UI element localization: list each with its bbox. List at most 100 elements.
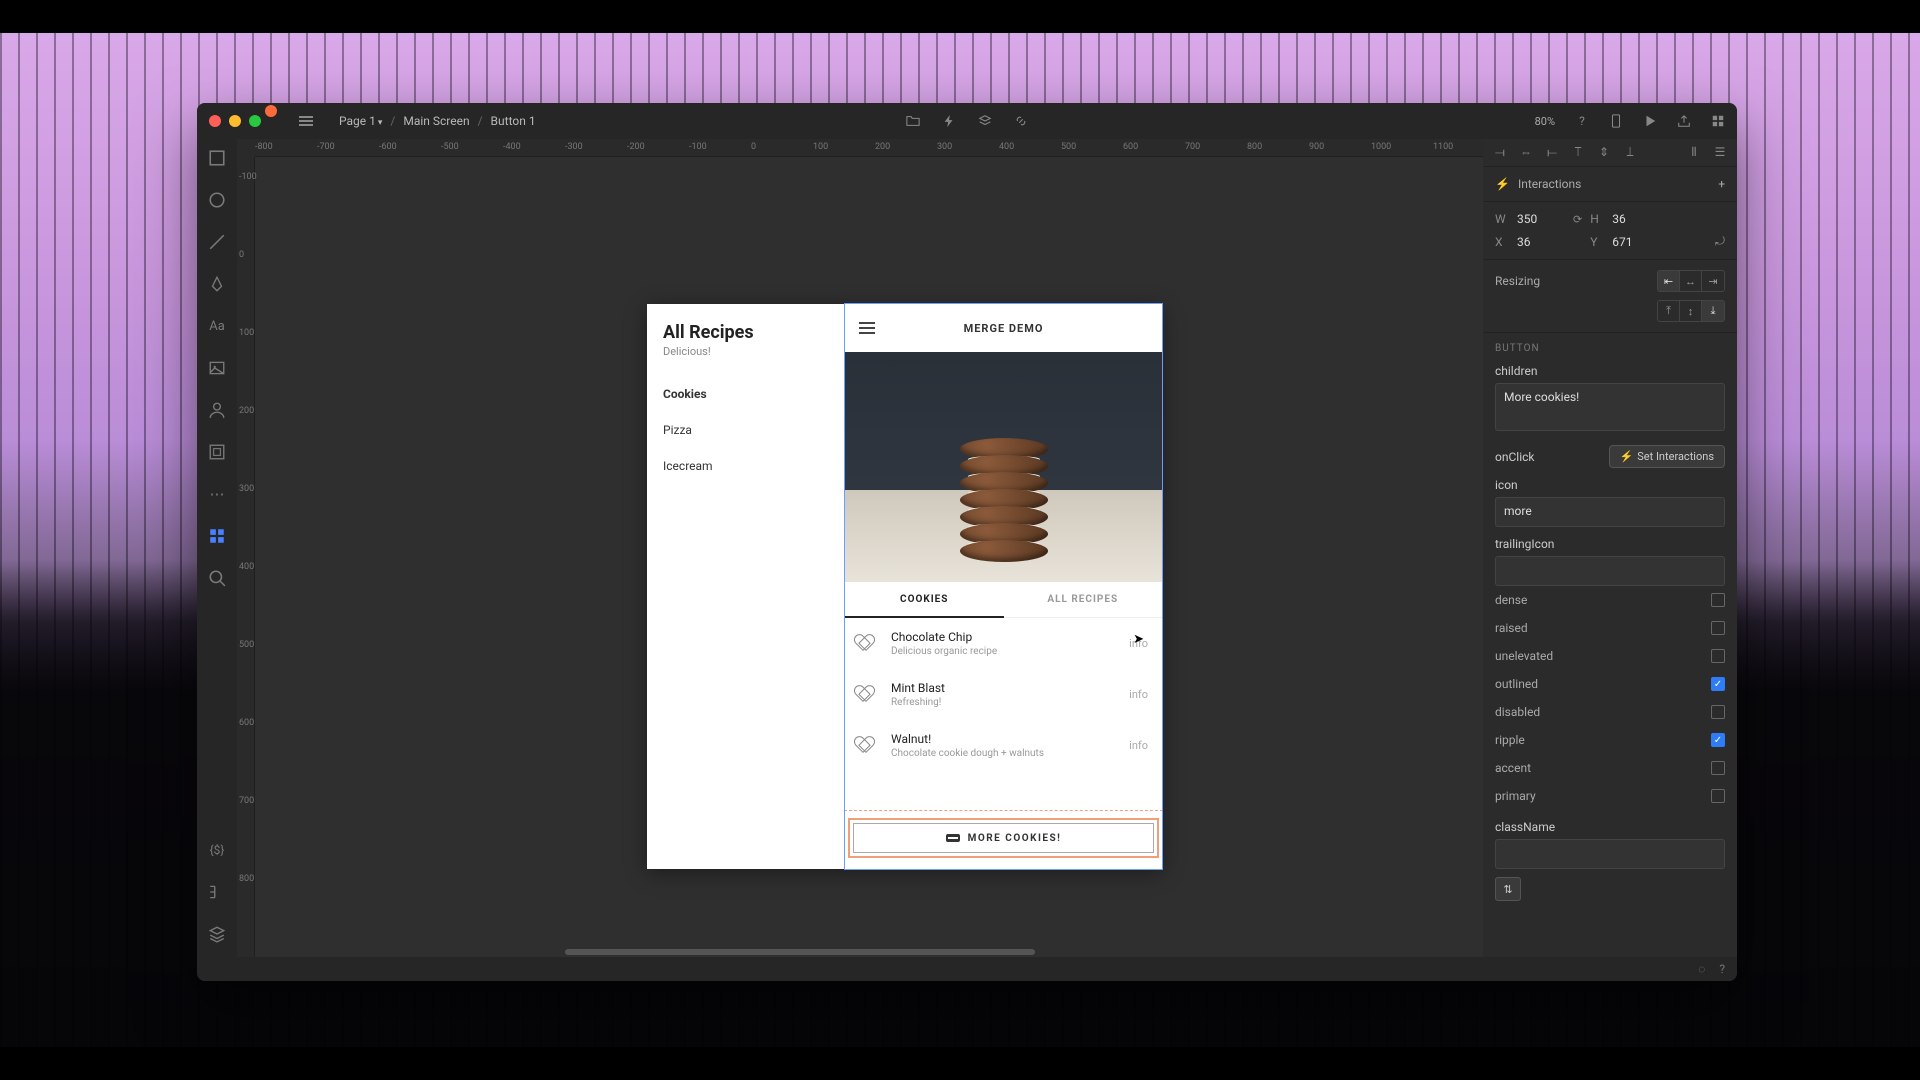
checkbox[interactable] xyxy=(1711,705,1725,719)
mobile-icon[interactable] xyxy=(1609,114,1623,128)
align-left-icon[interactable]: ⟞ xyxy=(1493,145,1507,160)
frame-tool[interactable] xyxy=(208,443,226,461)
text-tool[interactable]: Aa xyxy=(208,317,226,335)
tree-tool[interactable] xyxy=(208,883,226,901)
minimize-button[interactable] xyxy=(229,115,241,127)
artboard[interactable]: All Recipes Delicious! Cookies Pizza Ice… xyxy=(647,304,1162,869)
prop-check-disabled[interactable]: disabled xyxy=(1495,698,1725,726)
dim-value-w[interactable]: 350 xyxy=(1517,212,1565,226)
align-center-h-icon[interactable]: ⇔ xyxy=(1519,145,1533,160)
resize-fixed-bottom-icon[interactable]: ⤓ xyxy=(1702,301,1724,321)
link-icon[interactable] xyxy=(1014,114,1028,128)
props-scroll[interactable]: BUTTON children More cookies! onClick ⚡ … xyxy=(1483,333,1737,957)
layers-icon[interactable] xyxy=(978,114,992,128)
components-tool[interactable] xyxy=(208,527,226,545)
distribute-v-icon[interactable]: ☰ xyxy=(1713,145,1727,160)
resize-fixed-left-icon[interactable]: ⇤ xyxy=(1658,271,1680,291)
prop-input-trailingicon[interactable] xyxy=(1495,556,1725,586)
dim-value-x[interactable]: 36 xyxy=(1517,235,1565,249)
list-item[interactable]: Walnut! Chocolate cookie dough + walnuts… xyxy=(845,720,1162,771)
folder-icon[interactable] xyxy=(906,114,920,128)
checkbox[interactable] xyxy=(1711,789,1725,803)
heart-icon[interactable] xyxy=(859,635,877,653)
prop-input-classname[interactable] xyxy=(1495,839,1725,869)
more-cookies-button[interactable]: MORE COOKIES! xyxy=(853,823,1154,853)
distribute-h-icon[interactable]: ⦀ xyxy=(1687,145,1701,160)
prop-check-primary[interactable]: primary xyxy=(1495,782,1725,810)
help-icon[interactable]: ? xyxy=(1575,114,1589,128)
prop-input-icon[interactable]: more xyxy=(1495,497,1725,527)
heart-icon[interactable] xyxy=(859,737,877,755)
sidebar-item-icecream[interactable]: Icecream xyxy=(663,448,829,484)
row-info[interactable]: info xyxy=(1129,688,1148,701)
prop-check-dense[interactable]: dense xyxy=(1495,586,1725,614)
add-interaction-button[interactable]: + xyxy=(1718,177,1725,191)
heart-icon[interactable] xyxy=(859,686,877,704)
maximize-button[interactable] xyxy=(249,115,261,127)
avatar-tool[interactable] xyxy=(208,401,226,419)
zoom-level[interactable]: 80% xyxy=(1535,115,1555,128)
code-toggle-button[interactable]: ⇅ xyxy=(1495,877,1521,901)
line-tool[interactable] xyxy=(208,233,226,251)
help-icon[interactable]: ? xyxy=(1719,962,1725,976)
rect-tool[interactable] xyxy=(208,149,226,167)
checkbox[interactable]: ✓ xyxy=(1711,733,1725,747)
checkbox[interactable] xyxy=(1711,649,1725,663)
link-wh-icon[interactable]: ⟳ xyxy=(1573,213,1582,226)
stack-tool[interactable] xyxy=(208,925,226,943)
more-tool[interactable]: ⋯ xyxy=(208,485,226,503)
checkbox[interactable] xyxy=(1711,593,1725,607)
resize-hug-icon[interactable]: ↔ xyxy=(1680,271,1702,291)
prop-check-accent[interactable]: accent xyxy=(1495,754,1725,782)
align-bottom-icon[interactable]: ⟘ xyxy=(1623,145,1637,160)
row-info[interactable]: info xyxy=(1129,739,1148,752)
breadcrumb-element[interactable]: Button 1 xyxy=(491,114,536,128)
bolt-icon[interactable] xyxy=(942,114,956,128)
tokens-tool[interactable]: {$} xyxy=(208,841,226,859)
grid-icon[interactable] xyxy=(1711,114,1725,128)
prop-check-outlined[interactable]: outlined✓ xyxy=(1495,670,1725,698)
dims-section: W 350 ⟳ H 36 X 36 ⟳ Y 671 ⤾ xyxy=(1483,202,1737,260)
pen-tool[interactable] xyxy=(208,275,226,293)
list-item[interactable]: Chocolate Chip Delicious organic recipe … xyxy=(845,618,1162,669)
resize-v-seg[interactable]: ⤒ ↕ ⤓ xyxy=(1657,300,1725,322)
checkbox[interactable] xyxy=(1711,761,1725,775)
align-top-icon[interactable]: ⟙ xyxy=(1571,145,1585,160)
list-item[interactable]: Mint Blast Refreshing! info xyxy=(845,669,1162,720)
dim-value-y[interactable]: 671 xyxy=(1612,235,1660,249)
hamburger-icon[interactable] xyxy=(859,322,875,334)
tab-all-recipes[interactable]: ALL RECIPES xyxy=(1004,582,1163,617)
selected-element[interactable]: MORE COOKIES! xyxy=(845,811,1162,869)
canvas[interactable]: -800-700-600-500-400-300-200-10001002003… xyxy=(237,139,1483,957)
align-center-v-icon[interactable]: ⇕ xyxy=(1597,145,1611,160)
prop-check-unelevated[interactable]: unelevated xyxy=(1495,642,1725,670)
prop-check-ripple[interactable]: ripple✓ xyxy=(1495,726,1725,754)
scrollbar-thumb[interactable] xyxy=(565,949,1035,955)
rotation-icon[interactable]: ⤾ xyxy=(1715,234,1725,249)
menu-icon[interactable] xyxy=(299,116,313,126)
sidebar-item-pizza[interactable]: Pizza xyxy=(663,412,829,448)
horizontal-scrollbar[interactable] xyxy=(255,947,1483,957)
search-tool[interactable] xyxy=(208,569,226,587)
checkbox[interactable]: ✓ xyxy=(1711,677,1725,691)
checkbox[interactable] xyxy=(1711,621,1725,635)
tab-cookies[interactable]: COOKIES xyxy=(845,582,1004,617)
image-tool[interactable] xyxy=(208,359,226,377)
sync-icon[interactable]: ◌ xyxy=(1698,962,1705,976)
dim-value-h[interactable]: 36 xyxy=(1612,212,1660,226)
set-interactions-button[interactable]: ⚡ Set Interactions xyxy=(1609,445,1725,468)
prop-input-children[interactable]: More cookies! xyxy=(1495,383,1725,431)
align-right-icon[interactable]: ⟝ xyxy=(1545,145,1559,160)
resize-h-seg[interactable]: ⇤ ↔ ⇥ xyxy=(1657,270,1725,292)
resize-fixed-right-icon[interactable]: ⇥ xyxy=(1702,271,1724,291)
breadcrumb-page[interactable]: Page 1▾ xyxy=(339,114,382,128)
ellipse-tool[interactable] xyxy=(208,191,226,209)
close-button[interactable] xyxy=(209,115,221,127)
sidebar-item-cookies[interactable]: Cookies xyxy=(663,376,829,412)
resize-hug-v-icon[interactable]: ↕ xyxy=(1680,301,1702,321)
prop-check-raised[interactable]: raised xyxy=(1495,614,1725,642)
play-icon[interactable] xyxy=(1643,114,1657,128)
share-icon[interactable] xyxy=(1677,114,1691,128)
breadcrumb-screen[interactable]: Main Screen xyxy=(403,114,469,128)
resize-fixed-top-icon[interactable]: ⤒ xyxy=(1658,301,1680,321)
